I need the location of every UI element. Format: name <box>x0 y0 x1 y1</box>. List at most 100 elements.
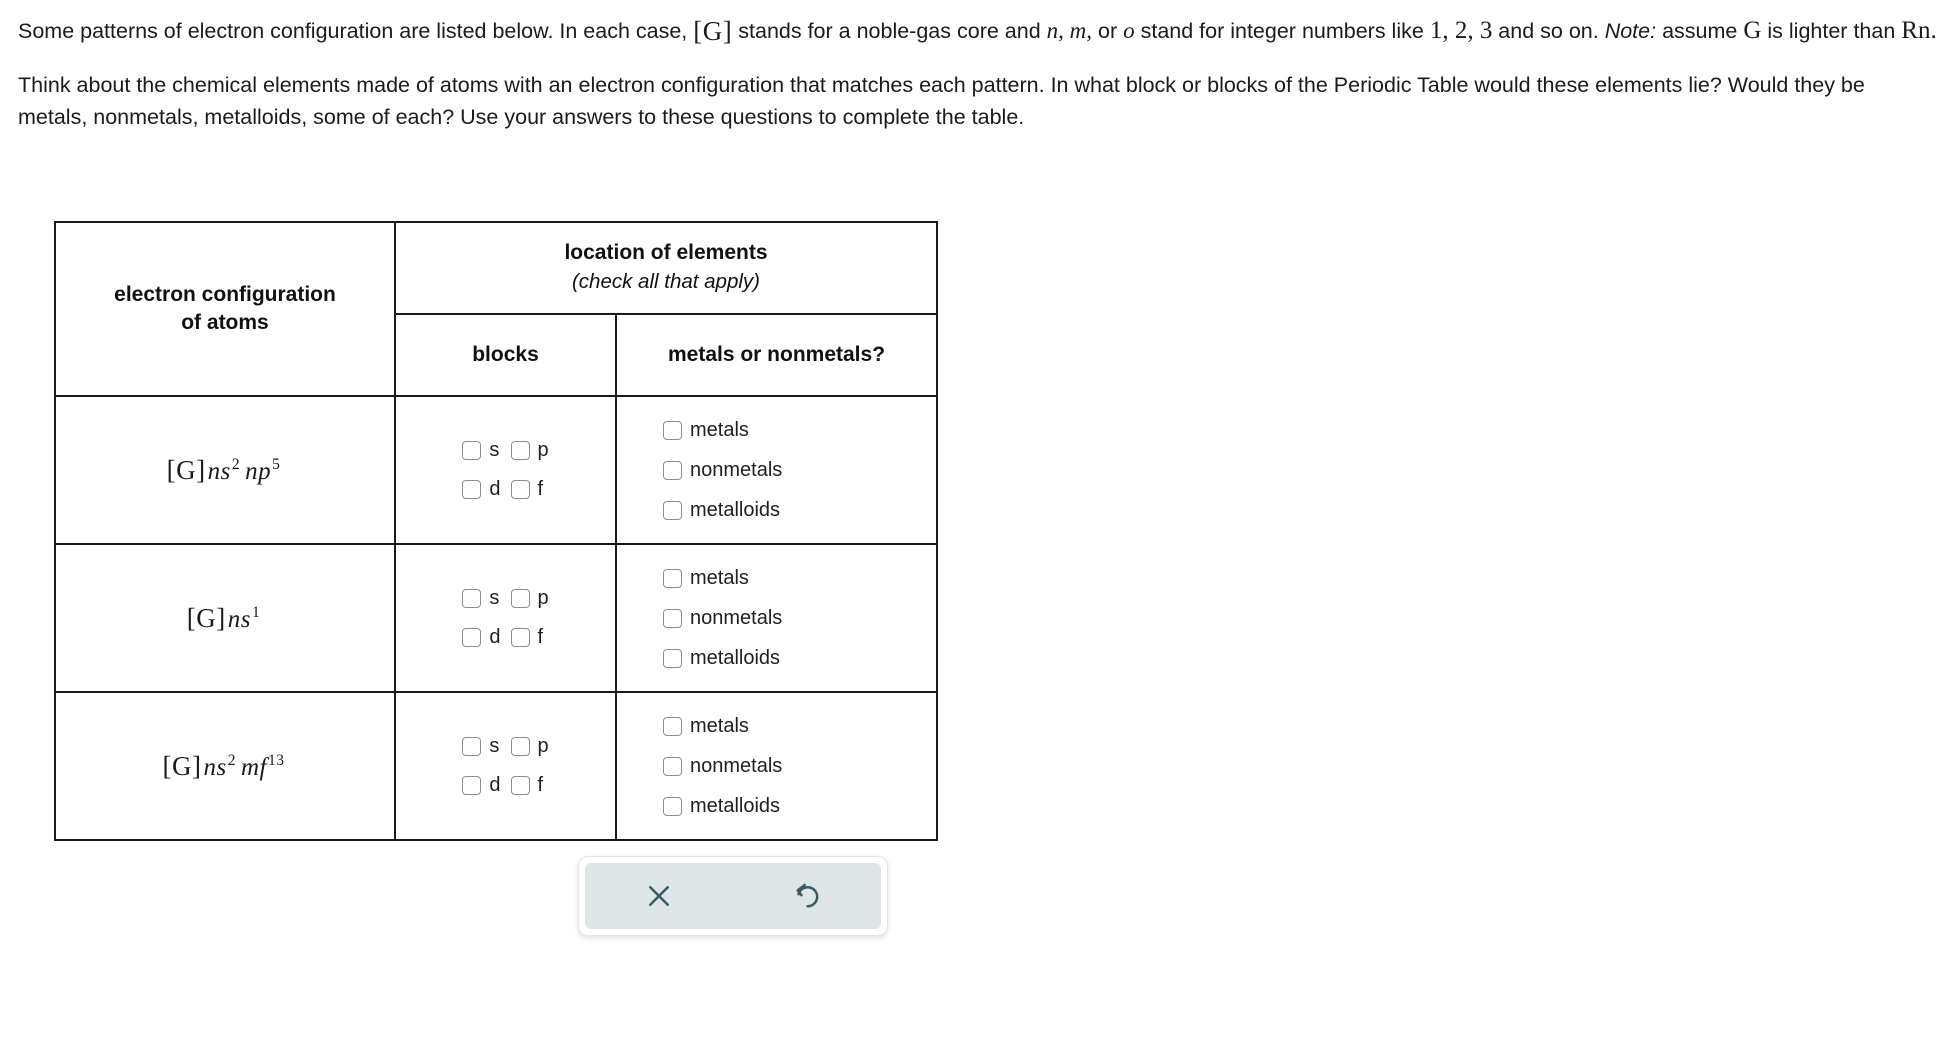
checkbox-f-row-2[interactable]: f <box>510 626 549 649</box>
formula-term-var-1-1: np <box>245 457 272 485</box>
checkbox-box-icon[interactable] <box>510 589 530 608</box>
intro-variable-o: o <box>1123 18 1135 43</box>
formula-term-exp-1-0: 2 <box>231 456 241 474</box>
intro-p1-part5: and so on. <box>1498 19 1599 43</box>
checkbox-box-icon[interactable] <box>663 500 682 520</box>
formula-core-1: G <box>176 454 197 485</box>
checkbox-label: nonmetals <box>690 754 783 777</box>
table-header-row-1: electron configuration of atoms location… <box>54 221 938 397</box>
checkbox-box-icon[interactable] <box>510 776 530 795</box>
metals-checkbox-list-row-1: metals nonmetals metalloids <box>663 419 936 522</box>
checkbox-label: s <box>489 587 500 609</box>
formula-term-var-3-1: mf <box>240 753 267 781</box>
table-row: [G]ns2 np5 s p d f metals nonmetals metal… <box>54 395 938 545</box>
action-button-bar <box>578 856 888 936</box>
intro-note-label: Note: <box>1604 19 1657 43</box>
header-blocks: blocks <box>394 313 617 397</box>
checkbox-box-icon[interactable] <box>663 568 682 588</box>
formula-term-var-2-0: ns <box>227 605 251 633</box>
checkbox-box-icon[interactable] <box>663 420 682 440</box>
formula-term-exp-3-1: 13 <box>267 752 285 770</box>
checkbox-label: p <box>537 439 549 461</box>
table-row: [G]ns2 mf13 s p d f metals nonmetals meta… <box>54 691 938 841</box>
header-config-line2: of atoms <box>181 311 269 334</box>
header-location-title: location of elements <box>564 240 768 264</box>
metals-cell-row-1: metals nonmetals metalloids <box>615 395 938 545</box>
checkbox-label: f <box>537 626 544 648</box>
checkbox-label: d <box>489 626 501 648</box>
checkbox-label: metals <box>690 566 749 589</box>
checkbox-box-icon[interactable] <box>462 776 482 795</box>
formula-row-1: [G]ns2 np5 <box>167 455 284 486</box>
checkbox-metals-row-2[interactable]: metals <box>663 567 749 590</box>
checkbox-box-icon[interactable] <box>663 608 682 628</box>
checkbox-label: nonmetals <box>690 458 783 481</box>
clear-button[interactable] <box>631 868 687 924</box>
checkbox-label: d <box>489 774 501 796</box>
formula-row-2: [G]ns1 <box>187 603 263 634</box>
checkbox-box-icon[interactable] <box>510 628 530 647</box>
checkbox-d-row-2[interactable]: d <box>462 626 501 649</box>
metals-checkbox-list-row-3: metals nonmetals metalloids <box>663 715 936 818</box>
configuration-cell-row-3: [G]ns2 mf13 <box>54 691 396 841</box>
checkbox-box-icon[interactable] <box>462 737 482 756</box>
checkbox-nonmetals-row-3[interactable]: nonmetals <box>663 755 782 778</box>
intro-p1-part2: stands for a noble-gas core and <box>738 19 1041 43</box>
blocks-checkbox-grid-row-3: s p d f <box>396 735 615 797</box>
checkbox-p-row-3[interactable]: p <box>510 735 549 758</box>
metals-checkbox-list-row-2: metals nonmetals metalloids <box>663 567 936 670</box>
checkbox-s-row-1[interactable]: s <box>462 439 500 462</box>
checkbox-label: metalloids <box>690 794 781 817</box>
checkbox-metals-row-3[interactable]: metals <box>663 715 749 738</box>
formula-core-3: G <box>172 750 192 781</box>
checkbox-box-icon[interactable] <box>510 737 530 756</box>
checkbox-p-row-1[interactable]: p <box>510 439 549 462</box>
checkbox-nonmetals-row-1[interactable]: nonmetals <box>663 459 782 482</box>
checkbox-d-row-1[interactable]: d <box>462 478 501 501</box>
checkbox-box-icon[interactable] <box>663 716 682 736</box>
reset-button[interactable] <box>779 868 835 924</box>
checkbox-s-row-2[interactable]: s <box>462 587 500 610</box>
intro-example-numbers: 1, 2, 3 <box>1429 17 1493 44</box>
checkbox-box-icon[interactable] <box>663 796 682 816</box>
intro-paragraph-1: Some patterns of electron configuration … <box>18 10 1938 50</box>
checkbox-box-icon[interactable] <box>510 441 530 460</box>
blocks-checkbox-grid-row-2: s p d f <box>396 587 615 649</box>
checkbox-box-icon[interactable] <box>663 648 682 668</box>
close-x-icon <box>644 881 674 911</box>
checkbox-label: s <box>489 439 500 461</box>
checkbox-label: f <box>537 774 544 796</box>
checkbox-metalloids-row-3[interactable]: metalloids <box>663 795 780 818</box>
checkbox-box-icon[interactable] <box>663 756 682 776</box>
checkbox-box-icon[interactable] <box>462 589 482 608</box>
blocks-cell-row-3: s p d f <box>394 691 617 841</box>
checkbox-s-row-3[interactable]: s <box>462 735 500 758</box>
checkbox-metals-row-1[interactable]: metals <box>663 419 749 442</box>
checkbox-d-row-3[interactable]: d <box>462 774 501 797</box>
checkbox-label: f <box>537 478 544 500</box>
checkbox-label: nonmetals <box>690 606 783 629</box>
formula-term-var-1-0: ns <box>207 457 231 485</box>
header-config-line1: electron configuration <box>114 282 336 306</box>
configuration-cell-row-2: [G]ns1 <box>54 543 396 693</box>
checkbox-box-icon[interactable] <box>510 480 530 499</box>
checkbox-label: p <box>537 735 549 757</box>
blocks-cell-row-2: s p d f <box>394 543 617 693</box>
checkbox-label: metalloids <box>690 498 781 521</box>
formula-bracket-open-1: [ <box>166 454 177 485</box>
blocks-checkbox-grid-row-1: s p d f <box>396 439 615 501</box>
checkbox-box-icon[interactable] <box>462 628 482 647</box>
checkbox-box-icon[interactable] <box>663 460 682 480</box>
formula-row-3: [G]ns2 mf13 <box>163 751 288 782</box>
checkbox-f-row-1[interactable]: f <box>510 478 549 501</box>
checkbox-metalloids-row-1[interactable]: metalloids <box>663 499 780 522</box>
checkbox-f-row-3[interactable]: f <box>510 774 549 797</box>
checkbox-label: metals <box>690 418 749 441</box>
checkbox-box-icon[interactable] <box>462 441 482 460</box>
checkbox-nonmetals-row-2[interactable]: nonmetals <box>663 607 782 630</box>
checkbox-box-icon[interactable] <box>462 480 482 499</box>
formula-bracket-open-2: [ <box>186 602 197 633</box>
undo-reset-icon <box>792 881 822 911</box>
checkbox-p-row-2[interactable]: p <box>510 587 549 610</box>
checkbox-metalloids-row-2[interactable]: metalloids <box>663 647 780 670</box>
